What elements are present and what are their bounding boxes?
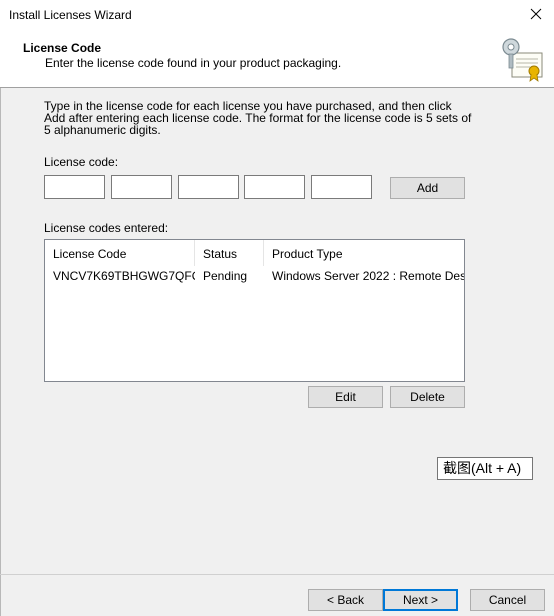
row-status: Pending bbox=[203, 269, 248, 283]
window-title: Install Licenses Wizard bbox=[9, 8, 132, 22]
license-code-segment-1[interactable] bbox=[44, 175, 105, 199]
back-button[interactable]: < Back bbox=[308, 589, 383, 611]
row-product-type: Windows Server 2022 : Remote Des... bbox=[272, 269, 464, 283]
instructions-text: Type in the license code for each licens… bbox=[44, 99, 472, 137]
table-row[interactable]: VNCV7K69TBHGWG7QFQ... Pending Windows Se… bbox=[45, 267, 464, 285]
next-button[interactable]: Next > bbox=[383, 589, 458, 611]
license-code-label: License code: bbox=[44, 155, 119, 169]
footer-divider bbox=[0, 574, 554, 575]
page-subtitle: Enter the license code found in your pro… bbox=[45, 56, 342, 70]
close-icon[interactable] bbox=[526, 4, 546, 24]
edit-button[interactable]: Edit bbox=[308, 386, 383, 408]
license-code-segment-5[interactable] bbox=[311, 175, 372, 199]
column-header-product-type[interactable]: Product Type bbox=[264, 240, 464, 266]
license-code-segment-3[interactable] bbox=[178, 175, 239, 199]
license-codes-list[interactable]: License Code Status Product Type VNCV7K6… bbox=[44, 239, 465, 382]
title-bar: Install Licenses Wizard bbox=[0, 0, 554, 30]
wizard-header: License Code Enter the license code foun… bbox=[0, 30, 554, 88]
cancel-button[interactable]: Cancel bbox=[470, 589, 545, 611]
page-title: License Code bbox=[23, 41, 102, 55]
column-header-status[interactable]: Status bbox=[195, 240, 264, 266]
license-code-segment-4[interactable] bbox=[244, 175, 305, 199]
row-license-code: VNCV7K69TBHGWG7QFQ... bbox=[53, 269, 195, 283]
dialog-left-edge bbox=[0, 88, 1, 616]
certificate-key-icon bbox=[502, 38, 543, 82]
column-header-license-code[interactable]: License Code bbox=[45, 240, 195, 266]
list-header: License Code Status Product Type bbox=[45, 240, 464, 266]
screenshot-tooltip: 截图(Alt + A) bbox=[437, 457, 533, 480]
add-button[interactable]: Add bbox=[390, 177, 465, 199]
delete-button[interactable]: Delete bbox=[390, 386, 465, 408]
license-code-segment-2[interactable] bbox=[111, 175, 172, 199]
license-codes-entered-label: License codes entered: bbox=[44, 221, 169, 235]
